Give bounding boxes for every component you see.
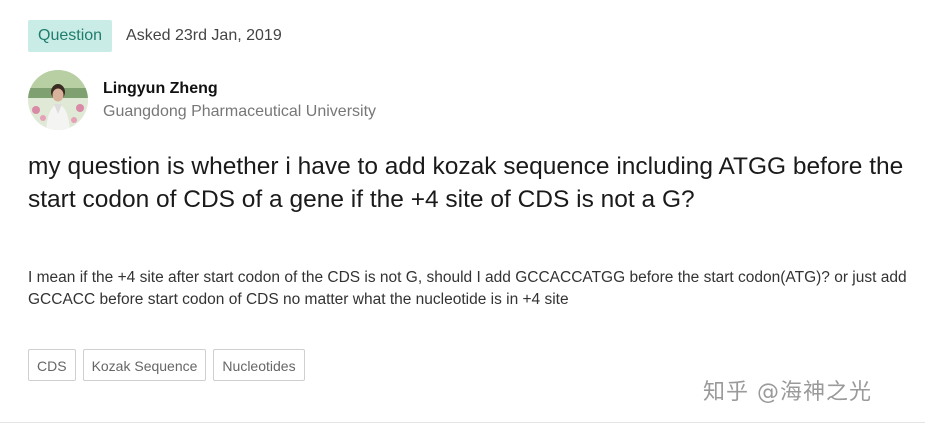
question-header: Question Asked 23rd Jan, 2019 — [28, 20, 282, 52]
author-block: Lingyun Zheng Guangdong Pharmaceutical U… — [28, 70, 376, 130]
tag-nucleotides[interactable]: Nucleotides — [213, 349, 305, 381]
tag-list: CDS Kozak Sequence Nucleotides — [28, 349, 305, 381]
tag-kozak-sequence[interactable]: Kozak Sequence — [82, 349, 207, 381]
question-body: I mean if the +4 site after start codon … — [28, 269, 907, 308]
question-badge: Question — [28, 20, 113, 52]
asked-date: Asked 23rd Jan, 2019 — [126, 27, 282, 44]
watermark: 知乎 @海神之光 — [703, 380, 872, 405]
author-name[interactable]: Lingyun Zheng — [103, 78, 376, 100]
divider — [0, 422, 925, 423]
avatar-photo-icon — [28, 70, 88, 130]
author-institution[interactable]: Guangdong Pharmaceutical University — [103, 101, 376, 123]
tag-cds[interactable]: CDS — [28, 349, 76, 381]
question-title: my question is whether i have to add koz… — [28, 153, 904, 213]
avatar[interactable] — [28, 70, 88, 130]
